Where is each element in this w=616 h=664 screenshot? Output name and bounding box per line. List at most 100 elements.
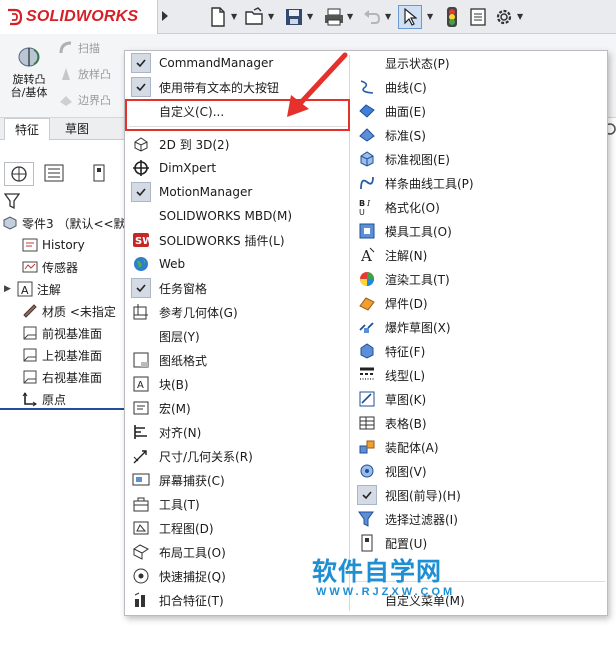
print-icon[interactable] bbox=[322, 5, 346, 29]
menu-item[interactable]: 使用带有文本的大按钮 bbox=[131, 75, 279, 99]
sweep-icon bbox=[59, 41, 72, 54]
boundary-label: 边界凸 bbox=[78, 94, 111, 107]
options-dropdown-icon[interactable]: ▼ bbox=[517, 12, 523, 21]
2d-to-3d-icon bbox=[131, 134, 151, 154]
origin-icon bbox=[22, 391, 38, 407]
menu-item-label: 曲面(E) bbox=[385, 104, 426, 119]
tree-item-history[interactable]: History bbox=[22, 234, 85, 256]
menu-item-label: 标准视图(E) bbox=[385, 152, 450, 167]
menu-item[interactable]: 快速捕捉(Q) bbox=[131, 564, 226, 588]
menu-item[interactable]: 模具工具(O) bbox=[357, 219, 452, 243]
new-dropdown-icon[interactable]: ▼ bbox=[231, 12, 237, 21]
select-arrow-icon[interactable] bbox=[398, 5, 422, 29]
menu-item-label: 图纸格式 bbox=[159, 353, 208, 368]
menu-item[interactable]: 布局工具(O) bbox=[131, 540, 226, 564]
menu-item[interactable]: 线型(L) bbox=[357, 363, 425, 387]
open-folder-icon[interactable] bbox=[243, 5, 267, 29]
align-icon bbox=[131, 422, 151, 442]
menu-item[interactable]: 草图(K) bbox=[357, 387, 426, 411]
menu-item[interactable]: 扣合特征(T) bbox=[131, 588, 224, 612]
part-icon bbox=[2, 215, 18, 231]
menu-item[interactable]: 曲面(E) bbox=[357, 99, 426, 123]
options-gear-icon[interactable] bbox=[492, 5, 516, 29]
loft-button[interactable]: 放样凸 bbox=[58, 66, 111, 82]
save-dropdown-icon[interactable]: ▼ bbox=[307, 12, 313, 21]
menu-item[interactable]: 工程图(D) bbox=[131, 516, 214, 540]
print-dropdown-icon[interactable]: ▼ bbox=[347, 12, 353, 21]
select-dropdown-icon[interactable]: ▼ bbox=[427, 12, 433, 21]
filter-icon[interactable] bbox=[3, 192, 21, 213]
menu-item[interactable]: 屏幕捕获(C) bbox=[131, 468, 225, 492]
tab-sketch[interactable]: 草图 bbox=[54, 118, 100, 140]
menu-item[interactable]: 图层(Y) bbox=[131, 324, 200, 348]
menu-item[interactable]: 参考几何体(G) bbox=[131, 300, 238, 324]
menu-item[interactable]: SW SOLIDWORKS 插件(L) bbox=[131, 228, 285, 252]
open-dropdown-icon[interactable]: ▼ bbox=[268, 12, 274, 21]
tab-features[interactable]: 特征 bbox=[4, 118, 50, 140]
revolve-boss-button[interactable]: 旋转凸 台/基体 bbox=[6, 44, 52, 99]
tree-item-front-plane[interactable]: 前视基准面 bbox=[22, 322, 102, 344]
boundary-boss-button[interactable]: 边界凸 bbox=[58, 92, 111, 108]
menu-item[interactable]: A 块(B) bbox=[131, 372, 189, 396]
tree-part-root[interactable]: 零件3 （默认<<默 bbox=[2, 212, 126, 234]
menu-item[interactable]: B I U 格式化(O) bbox=[357, 195, 440, 219]
svg-text:B: B bbox=[359, 199, 365, 208]
expand-arrow-icon[interactable]: ▶ bbox=[4, 284, 11, 294]
menu-item[interactable]: 显示状态(P) bbox=[357, 51, 450, 75]
menu-item[interactable]: 标准(S) bbox=[357, 123, 426, 147]
features-icon bbox=[357, 341, 377, 361]
undo-dropdown-icon[interactable]: ▼ bbox=[385, 12, 391, 21]
menu-item[interactable]: CommandManager bbox=[131, 51, 273, 75]
menu-item[interactable]: 尺寸/几何关系(R) bbox=[131, 444, 253, 468]
menu-item[interactable]: 宏(M) bbox=[131, 396, 191, 420]
menu-item-label: Web bbox=[159, 257, 186, 271]
sweep-button[interactable]: 扫描 bbox=[58, 40, 100, 56]
file-properties-icon[interactable] bbox=[466, 5, 490, 29]
new-document-icon[interactable] bbox=[206, 5, 230, 29]
menu-item[interactable]: 样条曲线工具(P) bbox=[357, 171, 474, 195]
empty-icon-slot bbox=[131, 206, 151, 226]
menu-item[interactable]: 爆炸草图(X) bbox=[357, 315, 451, 339]
menu-item-label: 2D 到 3D(2) bbox=[159, 137, 230, 152]
menu-item[interactable]: 选择过滤器(I) bbox=[357, 507, 458, 531]
menu-item[interactable]: 特征(F) bbox=[357, 339, 425, 363]
tree-item-material[interactable]: 材质 <未指定 bbox=[22, 300, 116, 322]
tree-item-label: 材质 <未指定 bbox=[42, 304, 116, 319]
tree-item-top-plane[interactable]: 上视基准面 bbox=[22, 344, 102, 366]
menu-item[interactable]: 标准视图(E) bbox=[357, 147, 450, 171]
menu-item[interactable]: 2D 到 3D(2) bbox=[131, 132, 229, 156]
menu-item-label: 焊件(D) bbox=[385, 296, 428, 311]
menu-item[interactable]: 曲线(C) bbox=[357, 75, 427, 99]
menu-item[interactable]: 焊件(D) bbox=[357, 291, 428, 315]
menu-item[interactable]: 工具(T) bbox=[131, 492, 200, 516]
menu-item[interactable]: A 注解(N) bbox=[357, 243, 427, 267]
menu-item[interactable]: Web bbox=[131, 252, 185, 276]
solidworks-logo[interactable]: SOLIDWORKS bbox=[0, 0, 158, 34]
undo-icon[interactable] bbox=[360, 5, 384, 29]
configurationmanager-tab-icon[interactable] bbox=[90, 164, 108, 185]
menu-item[interactable]: 任务窗格 bbox=[131, 276, 207, 300]
menu-item[interactable]: 对齐(N) bbox=[131, 420, 201, 444]
featuremanager-tab-icon[interactable] bbox=[4, 162, 34, 186]
menu-item-label: 渲染工具(T) bbox=[385, 272, 450, 287]
menu-item[interactable]: 视图(前导)(H) bbox=[357, 483, 461, 507]
propertymanager-tab-icon[interactable] bbox=[44, 164, 64, 185]
menu-item[interactable]: 表格(B) bbox=[357, 411, 427, 435]
tree-item-origin[interactable]: 原点 bbox=[22, 388, 66, 410]
svg-text:A: A bbox=[360, 247, 372, 264]
tree-item-annotations[interactable]: ▶ A 注解 bbox=[4, 278, 61, 300]
menu-item[interactable]: 渲染工具(T) bbox=[357, 267, 450, 291]
menu-item[interactable]: 装配体(A) bbox=[357, 435, 439, 459]
tree-item-sensors[interactable]: 传感器 bbox=[22, 256, 78, 278]
tree-item-right-plane[interactable]: 右视基准面 bbox=[22, 366, 102, 388]
menu-item[interactable]: MotionManager bbox=[131, 180, 252, 204]
menu-item[interactable]: SOLIDWORKS MBD(M) bbox=[131, 204, 292, 228]
logo-menu-arrow-icon[interactable] bbox=[160, 8, 172, 26]
save-icon[interactable] bbox=[282, 5, 306, 29]
menu-item[interactable]: 视图(V) bbox=[357, 459, 427, 483]
rebuild-traffic-light-icon[interactable] bbox=[440, 5, 464, 29]
tree-item-label: 注解 bbox=[36, 282, 61, 297]
menu-item[interactable]: 图纸格式 bbox=[131, 348, 207, 372]
menu-item[interactable]: DimXpert bbox=[131, 156, 216, 180]
rollback-bar[interactable] bbox=[0, 408, 126, 410]
